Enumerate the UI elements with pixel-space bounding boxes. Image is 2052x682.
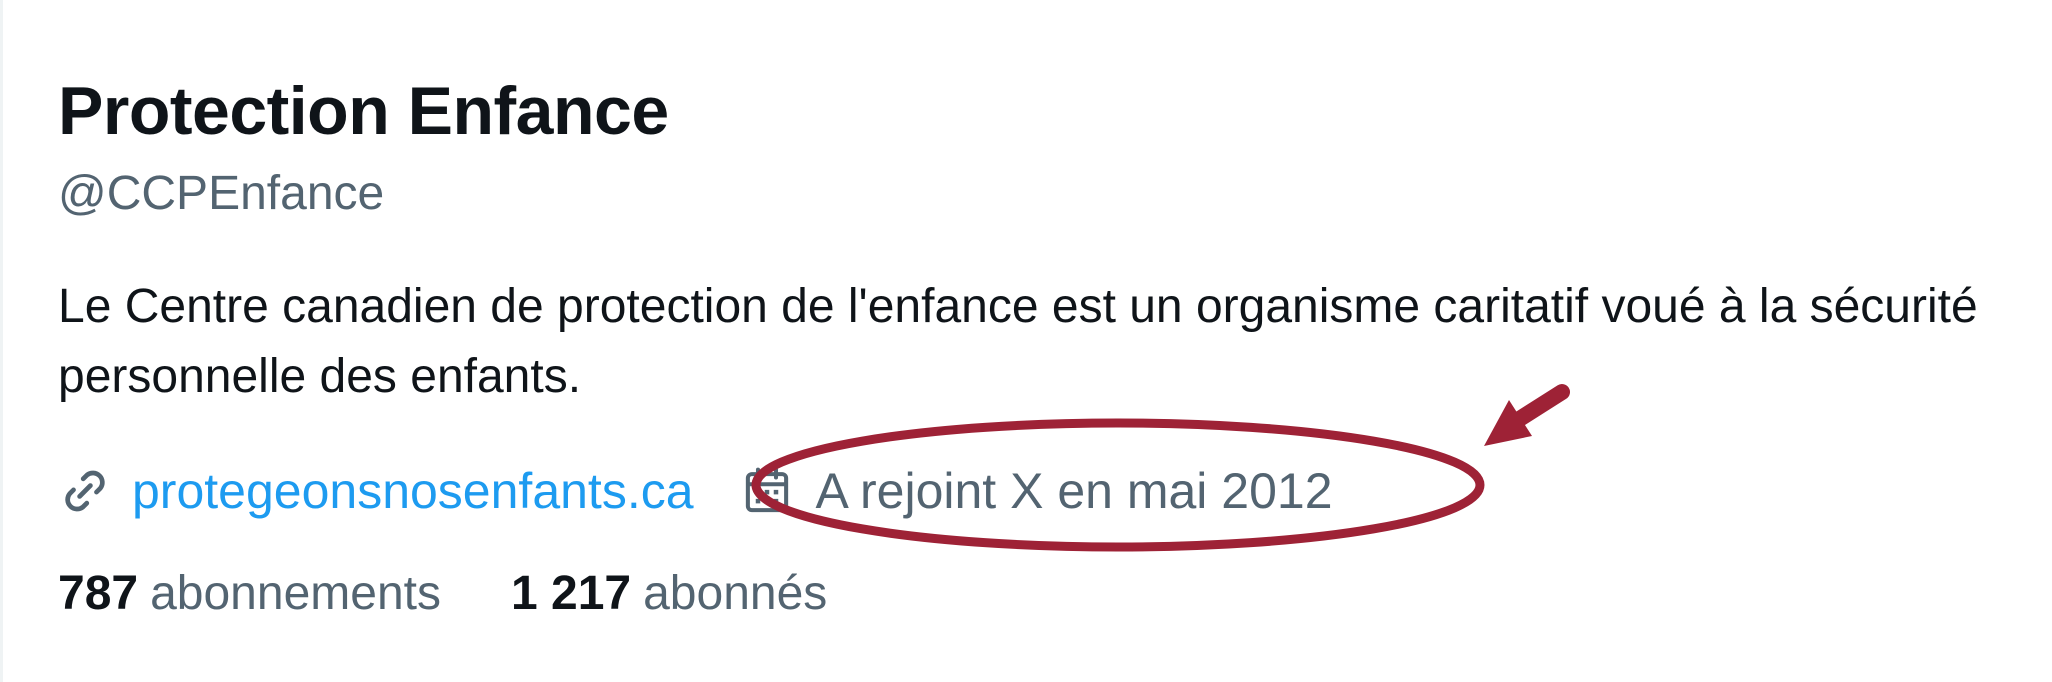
left-border: [0, 0, 3, 682]
follow-stats: 787 abonnements 1 217 abonnés: [58, 566, 827, 621]
profile-meta-row: protegeonsnosenfants.ca A rejoint X en m…: [58, 456, 1333, 526]
link-icon: [65, 470, 105, 512]
following-label: abonnements: [150, 567, 441, 620]
profile-handle[interactable]: @CCPEnfance: [58, 166, 384, 221]
calendar-icon: [745, 467, 788, 513]
followers-label: abonnés: [643, 567, 828, 620]
followers-count: 1 217: [510, 567, 632, 620]
following-link[interactable]: 787 abonnements: [58, 566, 441, 621]
profile-header: Protection Enfance @CCPEnfance Le Centre…: [58, 0, 2018, 682]
profile-bio: Le Centre canadien de protection de l'en…: [58, 280, 1978, 403]
followers-link[interactable]: 1 217 abonnés: [511, 566, 827, 621]
joined-date-text: A rejoint X en mai 2012: [815, 463, 1333, 519]
joined-date-item: A rejoint X en mai 2012: [740, 462, 1333, 520]
profile-display-name: Protection Enfance: [58, 73, 669, 149]
following-count: 787: [58, 567, 139, 620]
website-link[interactable]: protegeonsnosenfants.ca: [132, 462, 694, 520]
website-item[interactable]: protegeonsnosenfants.ca: [58, 462, 694, 520]
